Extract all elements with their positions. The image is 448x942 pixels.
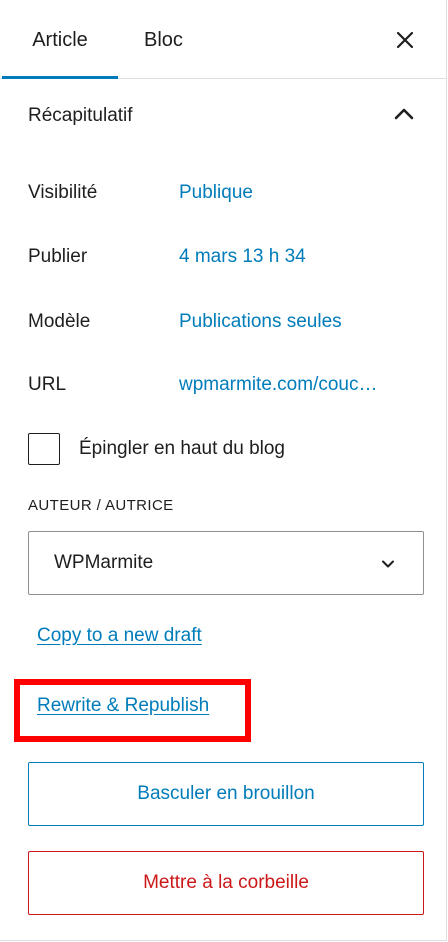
sticky-option: Épingler en haut du blog bbox=[28, 433, 418, 465]
chevron-down-icon bbox=[382, 560, 394, 568]
visibility-toggle[interactable]: Publique bbox=[179, 182, 253, 204]
settings-sidebar: Article Bloc Récapitulatif Visibilité Pu… bbox=[0, 0, 447, 941]
move-to-trash-button[interactable]: Mettre à la corbeille bbox=[28, 851, 424, 915]
template-label: Modèle bbox=[28, 311, 91, 332]
tab-bloc[interactable]: Bloc bbox=[144, 0, 183, 78]
url-toggle[interactable]: wpmarmite.com/couc… bbox=[179, 374, 378, 396]
tab-article[interactable]: Article bbox=[2, 0, 118, 79]
publish-row: Publier 4 mars 13 h 34 bbox=[28, 246, 418, 274]
close-icon bbox=[396, 31, 414, 49]
template-row: Modèle Publications seules bbox=[28, 311, 418, 339]
copy-to-new-draft-link[interactable]: Copy to a new draft bbox=[37, 625, 202, 647]
visibility-row: Visibilité Publique bbox=[28, 182, 418, 210]
author-label: AUTEUR / AUTRICE bbox=[28, 497, 174, 514]
sidebar-tabs: Article Bloc bbox=[0, 0, 447, 79]
tab-bloc-label: Bloc bbox=[144, 29, 183, 51]
close-button[interactable] bbox=[393, 28, 417, 52]
publish-label: Publier bbox=[28, 246, 88, 267]
chevron-up-icon bbox=[394, 108, 414, 120]
tab-article-label: Article bbox=[32, 29, 88, 51]
publish-date-toggle[interactable]: 4 mars 13 h 34 bbox=[179, 246, 306, 268]
author-selected-value: WPMarmite bbox=[54, 552, 154, 573]
url-row: URL wpmarmite.com/couc… bbox=[28, 374, 418, 402]
sticky-label[interactable]: Épingler en haut du blog bbox=[79, 438, 285, 460]
url-label: URL bbox=[28, 374, 67, 395]
summary-title: Récapitulatif bbox=[28, 105, 133, 126]
author-select[interactable]: WPMarmite bbox=[28, 531, 424, 595]
switch-to-draft-button[interactable]: Basculer en brouillon bbox=[28, 762, 424, 826]
sticky-checkbox[interactable] bbox=[28, 433, 60, 465]
summary-panel-toggle[interactable]: Récapitulatif bbox=[0, 79, 447, 153]
visibility-label: Visibilité bbox=[28, 182, 98, 203]
template-toggle[interactable]: Publications seules bbox=[179, 311, 342, 333]
rewrite-republish-link[interactable]: Rewrite & Republish bbox=[37, 695, 209, 717]
